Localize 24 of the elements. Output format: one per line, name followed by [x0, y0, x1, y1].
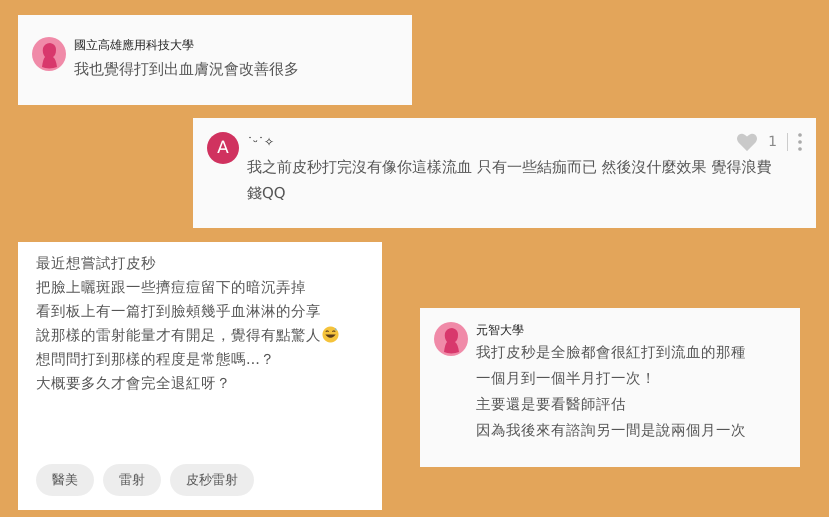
comment-text: 主要還是要看醫師評估	[476, 396, 627, 415]
post-text: 看到板上有一篇打到臉頰幾乎血淋淋的分享	[36, 304, 321, 320]
author-name[interactable]: 國立高雄應用科技大學	[74, 37, 398, 54]
comment-text: 因為我後來有諮詢另一間是說兩個月一次	[476, 422, 747, 441]
comment-text: 我之前皮秒打完沒有像你這樣流血 只有一些結痂而已 然後沒什麼效果 覺得浪費錢QQ	[247, 157, 772, 204]
tag-chip[interactable]: 皮秒雷射	[170, 464, 254, 496]
heart-icon[interactable]	[736, 132, 758, 152]
comment-text: 我打皮秒是全臉都會很紅打到流血的那種	[476, 344, 747, 363]
like-count: 1	[768, 134, 777, 150]
author-name[interactable]: ˙ᵕ˙✧	[247, 135, 736, 149]
more-icon[interactable]	[798, 133, 802, 151]
comment-text: 一個月到一個半月打一次！	[476, 370, 657, 389]
avatar-icon	[434, 322, 468, 356]
avatar: A	[207, 132, 239, 164]
post-text: 最近想嘗試打皮秒	[36, 256, 156, 272]
post-text: 把臉上曬斑跟一些擠痘痘留下的暗沉弄掉	[36, 280, 306, 296]
post-text: 大概要多久才會完全退紅呀？	[36, 376, 231, 392]
comment-text: 我也覺得打到出血膚況會改善很多	[74, 59, 300, 80]
avatar-icon	[32, 37, 66, 71]
tag-chip[interactable]: 醫美	[36, 464, 94, 496]
author-name[interactable]: 元智大學	[476, 322, 786, 339]
post-text: 想問問打到那樣的程度是常態嗎...？	[36, 352, 275, 368]
post-text: 說那樣的雷射能量才有開足，覺得有點驚人	[36, 328, 321, 344]
tag-chip[interactable]: 雷射	[103, 464, 161, 496]
